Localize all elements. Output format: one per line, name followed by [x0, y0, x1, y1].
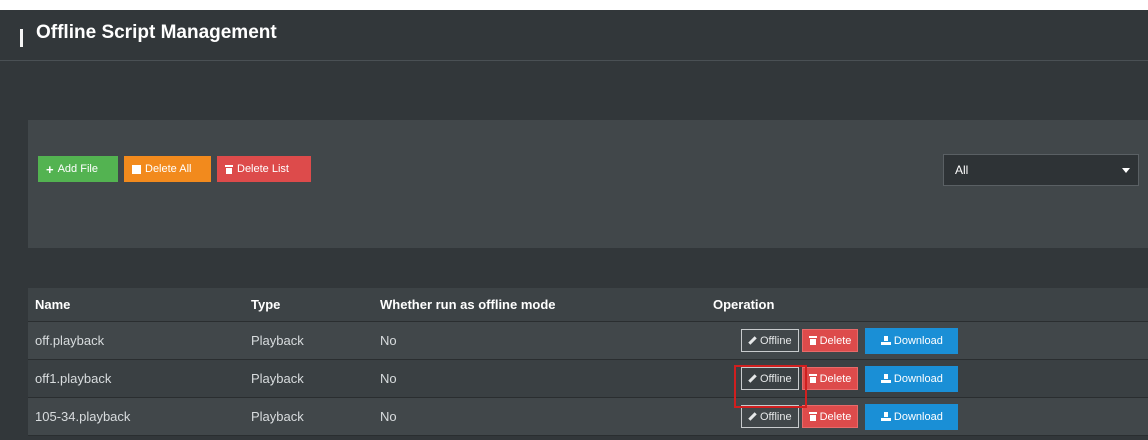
- column-header-name: Name: [35, 297, 71, 312]
- add-file-button[interactable]: + Add File: [38, 156, 118, 182]
- table-row: 105-34.playback Playback No Offline Dele…: [28, 398, 1148, 436]
- cell-name: 105-34.playback: [35, 409, 131, 424]
- download-icon: [880, 336, 891, 345]
- cell-name: off1.playback: [35, 371, 112, 386]
- delete-all-label: Delete All: [145, 163, 192, 175]
- download-icon: [880, 374, 891, 383]
- download-button[interactable]: Download: [865, 365, 959, 392]
- offline-button[interactable]: Offline: [741, 405, 799, 428]
- plus-icon: +: [46, 161, 54, 177]
- offline-button[interactable]: Offline: [741, 367, 799, 390]
- download-label: Download: [893, 410, 943, 423]
- delete-label: Delete: [819, 334, 852, 347]
- square-icon: [132, 164, 141, 174]
- table-row: off1.playback Playback No Offline Delete…: [28, 360, 1148, 398]
- cell-offline-mode: No: [380, 371, 397, 386]
- pencil-icon: [748, 336, 757, 345]
- table-row: off.playback Playback No Offline Delete …: [28, 322, 1148, 360]
- cell-type: Playback: [251, 371, 304, 386]
- script-table: Name Type Whether run as offline mode Op…: [28, 288, 1148, 436]
- trash-icon: [808, 412, 817, 421]
- toolbar-panel: + Add File Delete All Delete List All: [28, 120, 1148, 248]
- type-filter-select[interactable]: All: [943, 154, 1139, 186]
- download-button[interactable]: Download: [865, 327, 959, 354]
- row-actions: Offline Delete Download: [741, 322, 959, 359]
- download-label: Download: [893, 372, 943, 385]
- cell-type: Playback: [251, 333, 304, 348]
- caret-down-icon: [1122, 168, 1130, 173]
- page-title: Offline Script Management: [36, 22, 277, 43]
- cell-offline-mode: No: [380, 409, 397, 424]
- pencil-icon: [748, 374, 757, 383]
- add-file-label: Add File: [57, 163, 98, 175]
- download-button[interactable]: Download: [865, 403, 959, 430]
- column-header-operation: Operation: [713, 297, 775, 312]
- delete-list-label: Delete List: [237, 163, 289, 175]
- cell-offline-mode: No: [380, 333, 397, 348]
- trash-icon: [808, 336, 817, 345]
- delete-button[interactable]: Delete: [801, 367, 859, 390]
- pencil-icon: [748, 412, 757, 421]
- row-actions: Offline Delete Download: [741, 398, 959, 435]
- delete-list-button[interactable]: Delete List: [217, 156, 311, 182]
- offline-label: Offline: [760, 334, 792, 347]
- title-accent-bar: [20, 29, 23, 47]
- download-icon: [880, 412, 891, 421]
- offline-label: Offline: [760, 410, 792, 423]
- app-window: Offline Script Management + Add File Del…: [0, 10, 1148, 440]
- page-header: Offline Script Management: [0, 10, 1148, 61]
- delete-label: Delete: [819, 410, 852, 423]
- row-actions: Offline Delete Download: [741, 360, 959, 397]
- table-header-row: Name Type Whether run as offline mode Op…: [28, 288, 1148, 322]
- download-label: Download: [893, 334, 943, 347]
- column-header-offline-mode: Whether run as offline mode: [380, 297, 556, 312]
- trash-icon: [225, 164, 233, 174]
- delete-all-button[interactable]: Delete All: [124, 156, 211, 182]
- column-header-type: Type: [251, 297, 281, 312]
- type-filter-value: All: [955, 163, 969, 177]
- cell-type: Playback: [251, 409, 304, 424]
- offline-button[interactable]: Offline: [741, 329, 799, 352]
- delete-button[interactable]: Delete: [801, 329, 859, 352]
- delete-button[interactable]: Delete: [801, 405, 859, 428]
- offline-label: Offline: [760, 372, 792, 385]
- trash-icon: [808, 374, 817, 383]
- delete-label: Delete: [819, 372, 852, 385]
- cell-name: off.playback: [35, 333, 105, 348]
